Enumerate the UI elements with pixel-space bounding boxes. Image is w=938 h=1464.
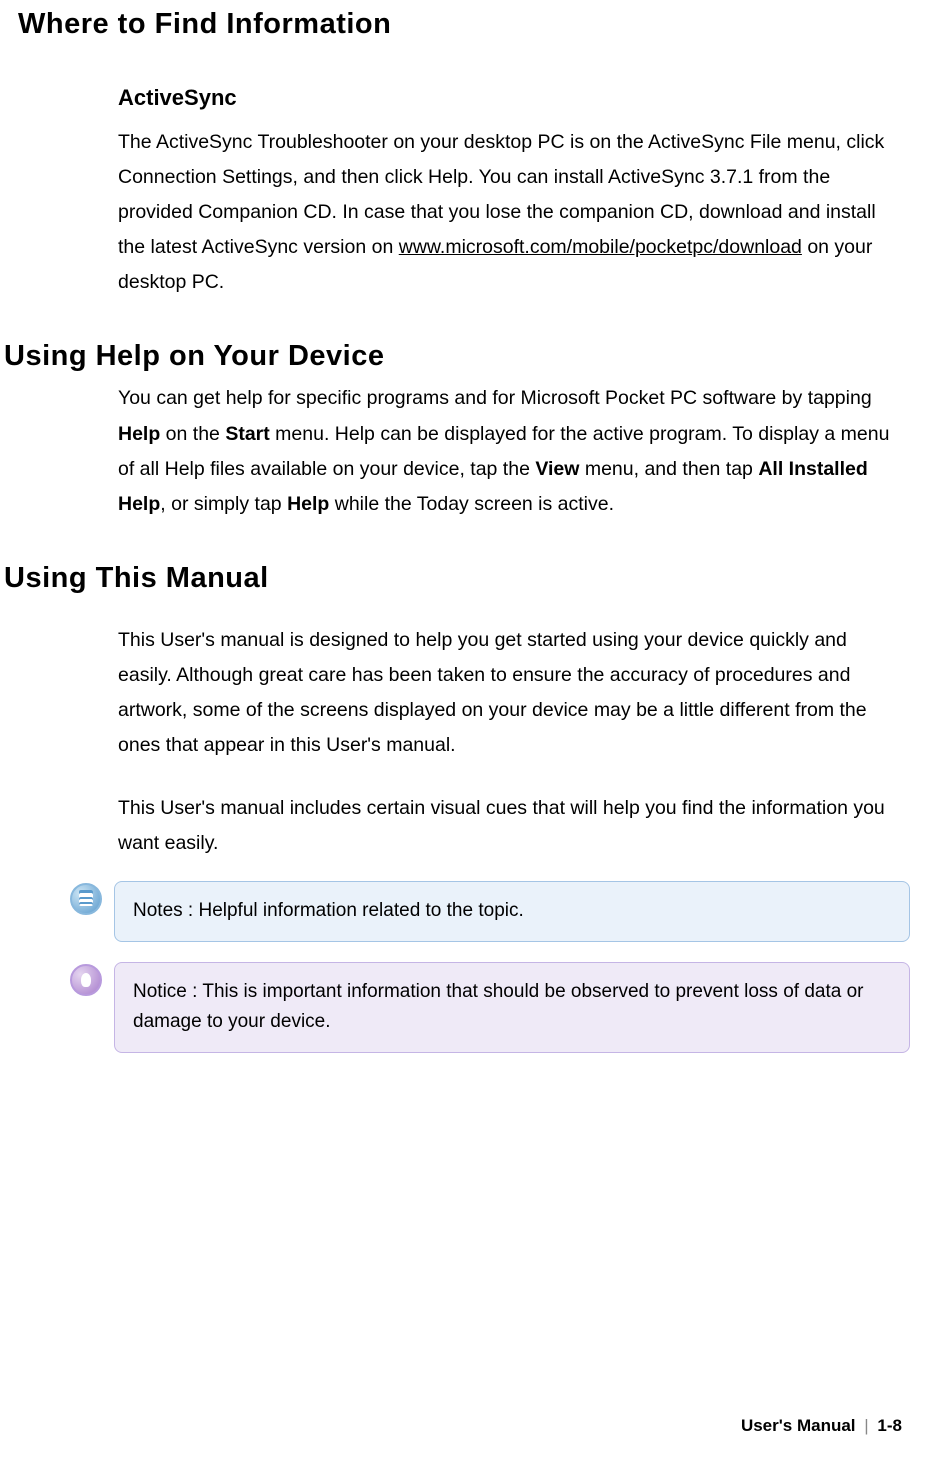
bold-help2: Help bbox=[287, 493, 329, 515]
footer-separator: | bbox=[864, 1416, 868, 1435]
manual-paragraph-1: This User's manual is designed to help y… bbox=[0, 595, 900, 763]
page-title: Where to Find Information bbox=[0, 0, 910, 41]
footer-page-number: 1-8 bbox=[877, 1416, 902, 1435]
notice-box: Notice : This is important information t… bbox=[114, 962, 910, 1053]
manual-paragraph-2: This User's manual includes certain visu… bbox=[0, 763, 900, 861]
notes-icon bbox=[70, 883, 102, 915]
section-using-manual: Using This Manual bbox=[0, 522, 910, 595]
text-fragment: menu, and then tap bbox=[579, 458, 758, 480]
activesync-paragraph: The ActiveSync Troubleshooter on your de… bbox=[0, 111, 900, 300]
bold-start: Start bbox=[225, 423, 269, 445]
text-fragment: You can get help for specific programs a… bbox=[118, 387, 872, 409]
subsection-activesync: ActiveSync bbox=[0, 41, 910, 111]
notice-icon bbox=[70, 964, 102, 996]
bold-help: Help bbox=[118, 423, 160, 445]
notes-box: Notes : Helpful information related to t… bbox=[114, 881, 910, 941]
notes-text: Notes : Helpful information related to t… bbox=[133, 900, 524, 921]
bold-view: View bbox=[535, 458, 579, 480]
help-device-paragraph: You can get help for specific programs a… bbox=[0, 373, 900, 521]
text-fragment: , or simply tap bbox=[160, 493, 287, 515]
activesync-download-link[interactable]: www.microsoft.com/mobile/pocketpc/downlo… bbox=[399, 236, 802, 258]
text-fragment: while the Today screen is active. bbox=[329, 493, 614, 515]
page-footer: User's Manual | 1-8 bbox=[741, 1416, 902, 1436]
text-fragment: on the bbox=[160, 423, 225, 445]
section-help-device: Using Help on Your Device bbox=[0, 300, 910, 373]
notes-callout: Notes : Helpful information related to t… bbox=[70, 881, 910, 941]
notice-text: Notice : This is important information t… bbox=[133, 981, 863, 1032]
notice-callout: Notice : This is important information t… bbox=[70, 962, 910, 1053]
footer-label: User's Manual bbox=[741, 1416, 856, 1435]
